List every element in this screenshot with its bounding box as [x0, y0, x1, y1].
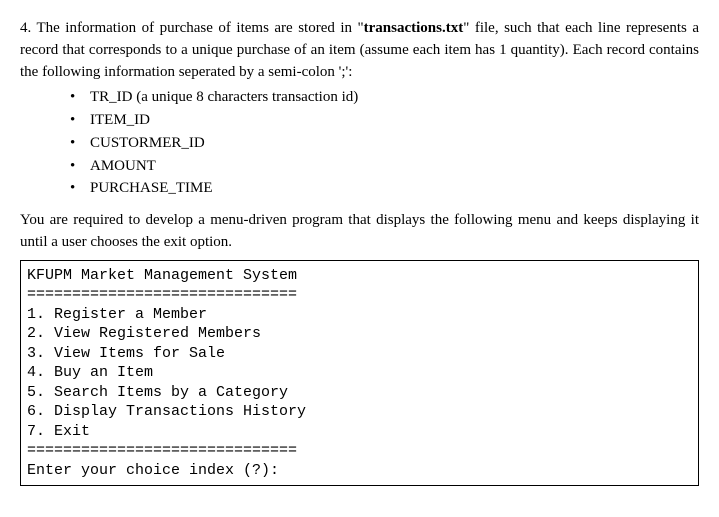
question-intro: 4. The information of purchase of items …	[20, 18, 699, 83]
question-number: 4.	[20, 20, 31, 36]
menu-prompt: Enter your choice index (?):	[27, 462, 279, 479]
menu-option: 4. Buy an Item	[27, 364, 153, 381]
menu-divider: ==============================	[27, 442, 297, 459]
menu-option: 5. Search Items by a Category	[27, 384, 288, 401]
menu-box: KFUPM Market Management System =========…	[20, 260, 699, 487]
menu-divider: ==============================	[27, 286, 297, 303]
field-label: PURCHASE_TIME	[90, 180, 213, 196]
list-item: ITEM_ID	[70, 110, 699, 132]
field-label: ITEM_ID	[90, 112, 150, 128]
menu-option: 7. Exit	[27, 423, 90, 440]
field-label: AMOUNT	[90, 158, 156, 174]
list-item: PURCHASE_TIME	[70, 178, 699, 200]
list-item: TR_ID (a unique 8 characters transaction…	[70, 87, 699, 109]
requirement-text: You are required to develop a menu-drive…	[20, 210, 699, 254]
list-item: CUSTORMER_ID	[70, 133, 699, 155]
field-label: CUSTORMER_ID	[90, 135, 205, 151]
intro-text-1: The information of purchase of items are…	[36, 20, 363, 36]
list-item: AMOUNT	[70, 156, 699, 178]
menu-option: 6. Display Transactions History	[27, 403, 306, 420]
menu-title: KFUPM Market Management System	[27, 267, 297, 284]
menu-option: 2. View Registered Members	[27, 325, 261, 342]
field-list: TR_ID (a unique 8 characters transaction…	[70, 87, 699, 200]
filename: transactions.txt	[364, 20, 464, 36]
menu-option: 1. Register a Member	[27, 306, 207, 323]
field-label: TR_ID (a unique 8 characters transaction…	[90, 89, 358, 105]
menu-option: 3. View Items for Sale	[27, 345, 225, 362]
